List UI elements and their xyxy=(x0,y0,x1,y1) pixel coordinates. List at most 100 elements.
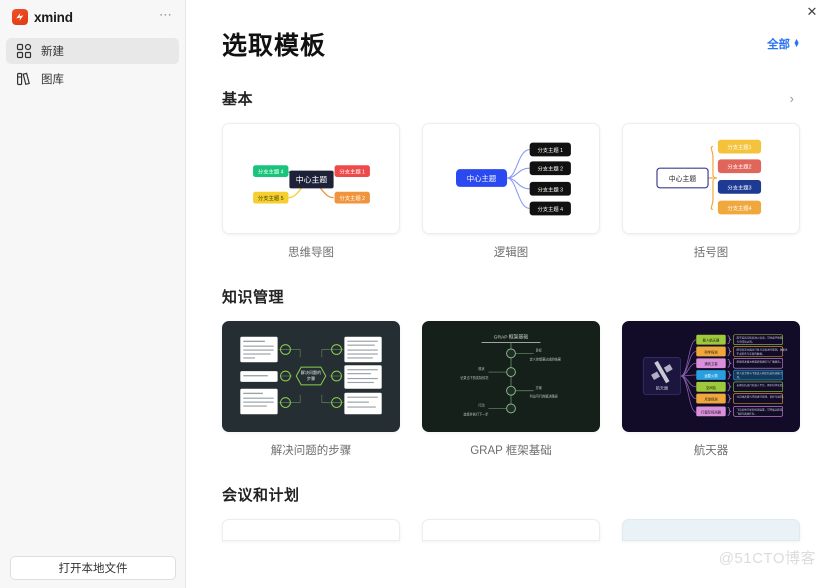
section-meeting-plan: 会议和计划 xyxy=(222,484,800,541)
sidebar-nav: 新建 图库 xyxy=(0,38,185,92)
template-thumbnail-bracket[interactable]: 中心主题 分支主题1 分支主题2 分支主题3 分支主题4 xyxy=(622,123,800,234)
template-card-mindmap[interactable]: 中心主题 分支主题 1 分支主题 2 分支主题 4 分支主题 5 xyxy=(222,123,400,260)
sidebar-item-library[interactable]: 图库 xyxy=(6,66,179,92)
sidebar-item-new[interactable]: 新建 xyxy=(6,38,179,64)
svg-text:行星际探测器: 行星际探测器 xyxy=(701,409,722,414)
open-local-file-button[interactable]: 打开本地文件 xyxy=(10,556,176,580)
chevron-up-down-icon: ▲▼ xyxy=(793,40,800,48)
svg-text:分支主题3: 分支主题3 xyxy=(727,183,751,191)
svg-text:分支主题 4: 分支主题 4 xyxy=(537,205,563,213)
template-label-logic: 逻辑图 xyxy=(422,244,600,260)
section-basic: 基本 › xyxy=(222,88,800,260)
template-card-meeting-1[interactable] xyxy=(222,519,400,541)
category-filter-dropdown[interactable]: 全部 ▲▼ xyxy=(767,36,800,52)
template-card-bracket[interactable]: 中心主题 分支主题1 分支主题2 分支主题3 分支主题4 xyxy=(622,123,800,260)
xmind-logo-icon xyxy=(12,9,28,25)
template-label-mindmap: 思维导图 xyxy=(222,244,400,260)
sidebar-item-new-label: 新建 xyxy=(41,43,64,59)
svg-text:与空间站之间。: 与空间站之间。 xyxy=(737,340,755,344)
xmind-template-picker-window: xmind ⋯ 新建 xyxy=(0,0,830,588)
template-card-meeting-2[interactable] xyxy=(422,519,600,541)
svg-text:目标: 目标 xyxy=(536,347,542,352)
svg-text:具。: 具。 xyxy=(737,375,742,379)
section-meeting-plan-title: 会议和计划 xyxy=(222,484,300,505)
grid-icon xyxy=(16,43,32,59)
svg-text:分支主题 5: 分支主题 5 xyxy=(258,194,284,202)
section-basic-cards: 中心主题 分支主题 1 分支主题 2 分支主题 4 分支主题 5 xyxy=(222,123,800,260)
chevron-right-icon[interactable]: › xyxy=(790,91,800,106)
svg-text:现状: 现状 xyxy=(478,366,485,371)
library-icon xyxy=(16,71,32,87)
svg-text:飞向其他行星的探测装置，可开展远距离: 飞向其他行星的探测装置，可开展远距离 xyxy=(737,407,783,411)
template-thumbnail-logic[interactable]: 中心主题 分支主题 1 分支主题 2 分支主题 3 分支主题 4 xyxy=(422,123,600,234)
svg-text:选择并执行下一步: 选择并执行下一步 xyxy=(463,411,488,416)
template-thumbnail-meeting-2[interactable] xyxy=(422,519,600,541)
svg-text:运载火箭: 运载火箭 xyxy=(704,373,718,378)
svg-text:用于运送宇航员进入轨道，可往返于地面: 用于运送宇航员进入轨道，可往返于地面 xyxy=(737,336,783,340)
svg-text:分支主题 2: 分支主题 2 xyxy=(537,165,563,173)
section-knowledge-cards: 解决问题的 步骤 xyxy=(222,321,800,458)
template-gallery: 选取模板 全部 ▲▼ 基本 › xyxy=(186,0,830,541)
svg-text:定义你想要达成的结果: 定义你想要达成的结果 xyxy=(530,356,562,361)
svg-text:GRAP 框架基础: GRAP 框架基础 xyxy=(494,334,529,341)
template-card-logic[interactable]: 中心主题 分支主题 1 分支主题 2 分支主题 3 分支主题 4 xyxy=(422,123,600,260)
page-title: 选取模板 xyxy=(222,26,326,62)
main-panel: ✕ 选取模板 全部 ▲▼ 基本 › xyxy=(186,0,830,588)
svg-text:载人航天器: 载人航天器 xyxy=(703,338,720,343)
template-thumbnail-grap[interactable]: GRAP 框架基础 xyxy=(422,321,600,432)
sidebar: xmind ⋯ 新建 xyxy=(0,0,186,588)
svg-text:分支主题1: 分支主题1 xyxy=(727,143,751,151)
template-label-spacecraft: 航天器 xyxy=(622,442,800,458)
svg-text:航天器: 航天器 xyxy=(656,385,668,391)
app-logo-row: xmind ⋯ xyxy=(0,2,185,32)
svg-text:中心主题: 中心主题 xyxy=(669,174,697,183)
section-basic-header: 基本 › xyxy=(222,88,800,109)
template-thumbnail-spacecraft[interactable]: 航天器 载人航天器 科学探测 通信卫星 运载火箭 空间站 月球探测 行星际探测器 xyxy=(622,321,800,432)
svg-text:分支主题2: 分支主题2 xyxy=(727,163,751,171)
svg-text:分支主题 1: 分支主题 1 xyxy=(339,168,365,176)
svg-text:解决问题的: 解决问题的 xyxy=(301,369,322,375)
svg-text:将人造卫星与飞船送入预定轨道的运输工: 将人造卫星与飞船送入预定轨道的运输工 xyxy=(737,371,783,375)
svg-text:搭载转发器为地面提供通信与广播服务。: 搭载转发器为地面提供通信与广播服务。 xyxy=(737,359,783,363)
section-knowledge-header: 知识管理 xyxy=(222,286,800,307)
template-thumbnail-meeting-1[interactable] xyxy=(222,519,400,541)
section-knowledge: 知识管理 xyxy=(222,286,800,458)
template-card-meeting-3[interactable] xyxy=(622,519,800,541)
template-label-problem-steps: 解决问题的步骤 xyxy=(222,442,400,458)
svg-text:分支主题 4: 分支主题 4 xyxy=(258,168,284,176)
sidebar-item-library-label: 图库 xyxy=(41,71,64,87)
svg-text:分支主题 1: 分支主题 1 xyxy=(537,146,563,154)
svg-text:方案: 方案 xyxy=(536,385,543,390)
template-label-bracket: 括号图 xyxy=(622,244,800,260)
svg-text:对月球表面与环境进行探测、采样与返回。: 对月球表面与环境进行探测、采样与返回。 xyxy=(737,395,785,399)
svg-text:列出可行的解决路径: 列出可行的解决路径 xyxy=(530,394,558,399)
template-card-problem-steps[interactable]: 解决问题的 步骤 xyxy=(222,321,400,458)
overflow-menu-icon[interactable]: ⋯ xyxy=(159,11,173,24)
template-card-spacecraft[interactable]: 航天器 载人航天器 科学探测 通信卫星 运载火箭 空间站 月球探测 行星际探测器 xyxy=(622,321,800,458)
section-knowledge-title: 知识管理 xyxy=(222,286,284,307)
watermark: @51CTO博客 xyxy=(719,547,816,568)
svg-text:通信卫星: 通信卫星 xyxy=(704,361,718,366)
section-meeting-plan-cards xyxy=(222,519,800,541)
template-label-grap: GRAP 框架基础 xyxy=(422,442,600,458)
close-icon[interactable]: ✕ xyxy=(799,0,825,24)
app-logo-text: xmind xyxy=(34,10,73,25)
svg-text:步骤: 步骤 xyxy=(307,375,315,381)
svg-text:分支主题4: 分支主题4 xyxy=(727,204,751,212)
svg-text:飞越与着陆任务。: 飞越与着陆任务。 xyxy=(737,411,757,415)
svg-text:分支主题 2: 分支主题 2 xyxy=(339,194,365,202)
svg-text:分支主题 3: 分支主题 3 xyxy=(537,185,563,193)
template-thumbnail-mindmap[interactable]: 中心主题 分支主题 1 分支主题 2 分支主题 4 分支主题 5 xyxy=(222,123,400,234)
svg-text:行动: 行动 xyxy=(478,402,484,407)
section-meeting-plan-header: 会议和计划 xyxy=(222,484,800,505)
category-filter-label: 全部 xyxy=(767,36,790,52)
svg-text:科学探测: 科学探测 xyxy=(704,349,718,354)
svg-text:携带科学仪器对行星与宇宙进行观测，收集关: 携带科学仪器对行星与宇宙进行观测，收集关 xyxy=(737,347,788,351)
template-card-grap[interactable]: GRAP 框架基础 xyxy=(422,321,600,458)
mindmap-center-text: 中心主题 xyxy=(296,174,328,184)
svg-text:空间站: 空间站 xyxy=(706,385,717,390)
svg-text:中心主题: 中心主题 xyxy=(467,174,497,183)
svg-text:长期在轨运行的载人平台，用于科学实验。: 长期在轨运行的载人平台，用于科学实验。 xyxy=(737,383,785,387)
template-thumbnail-meeting-3[interactable] xyxy=(622,519,800,541)
template-thumbnail-problem-steps[interactable]: 解决问题的 步骤 xyxy=(222,321,400,432)
